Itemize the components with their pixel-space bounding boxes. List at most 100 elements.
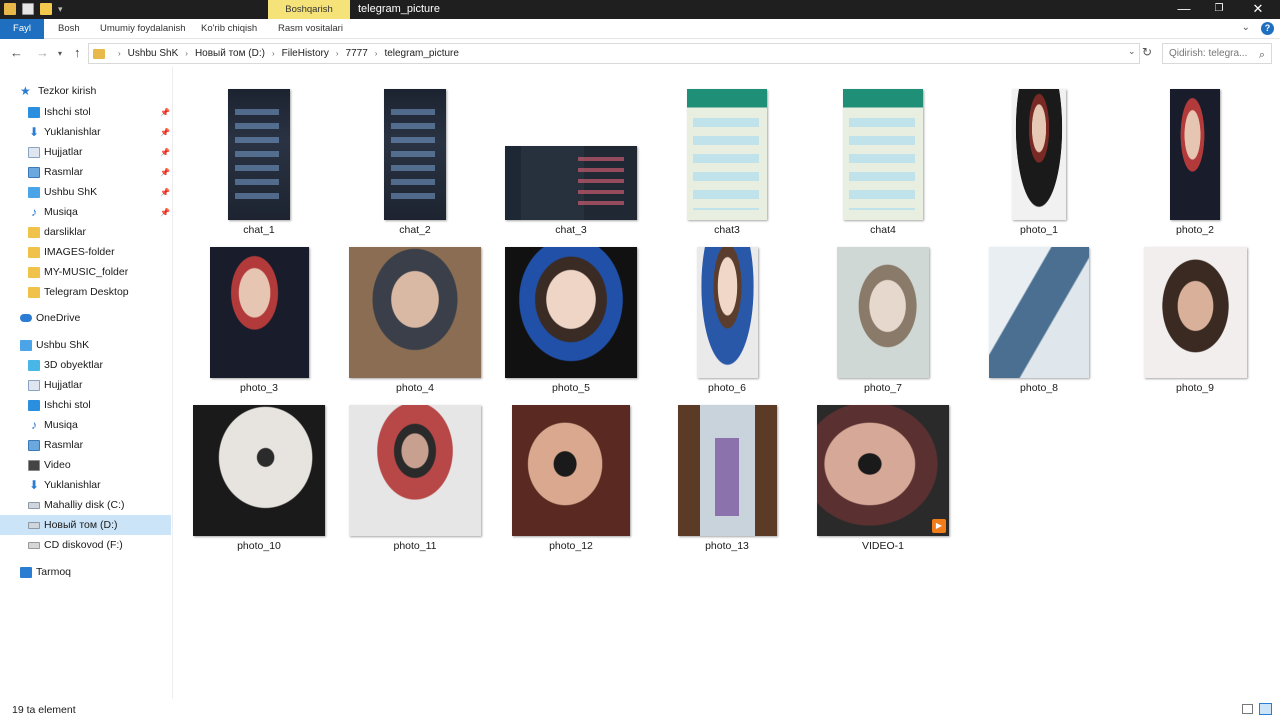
file-tile[interactable]: photo_13 [652, 391, 802, 552]
image-thumbnail [989, 247, 1089, 378]
nav-network[interactable]: Tarmoq [0, 562, 171, 582]
search-icon[interactable]: ⌕ [1259, 46, 1265, 63]
search-input[interactable]: Qidirish: telegra... ⌕ [1162, 43, 1272, 64]
chevron-right-icon[interactable]: › [336, 49, 339, 58]
music-icon: ♪ [31, 417, 37, 432]
recent-locations-icon[interactable]: ▾ [58, 49, 62, 58]
tab-home[interactable]: Bosh [50, 19, 88, 39]
file-tile[interactable]: chat_2 [340, 75, 490, 236]
chevron-right-icon[interactable]: › [185, 49, 188, 58]
nav-item-label: Rasmlar [44, 439, 84, 451]
breadcrumb-drive-d[interactable]: Новый том (D:) [195, 48, 265, 59]
forward-arrow-icon[interactable]: → [36, 45, 49, 60]
file-tile[interactable]: chat3 [652, 75, 802, 236]
nav-item-images-folder[interactable]: IMAGES-folder [0, 242, 171, 262]
file-tile[interactable]: photo_1 [964, 75, 1114, 236]
nav-item-label: Video [44, 459, 71, 471]
nav-item-pictures-pc[interactable]: Rasmlar [0, 435, 171, 455]
nav-this-pc[interactable]: Ushbu ShK [0, 335, 171, 355]
nav-item-telegram-desktop[interactable]: Telegram Desktop [0, 282, 171, 302]
file-tile[interactable]: photo_2 [1120, 75, 1270, 236]
file-tile[interactable]: photo_6 [652, 233, 802, 394]
details-view-icon[interactable] [1242, 704, 1253, 714]
download-icon: ⬇ [28, 124, 40, 139]
file-tile[interactable]: photo_9 [1120, 233, 1270, 394]
file-view[interactable]: chat_1 chat_2 chat_3 chat3 chat4 photo_1… [174, 67, 1280, 699]
nav-item-pictures[interactable]: Rasmlar 📌 [0, 162, 171, 182]
nav-item-documents[interactable]: Hujjatlar 📌 [0, 142, 171, 162]
file-name: photo_9 [1176, 382, 1214, 394]
address-bar[interactable]: › Ushbu ShK › Новый том (D:) › FileHisto… [88, 43, 1140, 64]
nav-item-music-pc[interactable]: ♪ Musiqa [0, 415, 171, 435]
nav-item-desktop-pc[interactable]: Ishchi stol [0, 395, 171, 415]
breadcrumb-telegram-picture[interactable]: telegram_picture [384, 48, 458, 59]
cd-drive-icon [28, 541, 40, 549]
file-name: VIDEO-1 [861, 540, 904, 552]
maximize-button[interactable]: ❐ [1201, 0, 1237, 19]
pin-icon[interactable]: 📌 [160, 148, 170, 157]
nav-item-desktop[interactable]: Ishchi stol 📌 [0, 102, 171, 122]
up-arrow-icon[interactable]: ↑ [74, 45, 81, 60]
nav-item-documents-pc[interactable]: Hujjatlar [0, 375, 171, 395]
nav-item-3d-objects[interactable]: 3D obyektlar [0, 355, 171, 375]
file-tile[interactable]: photo_10 [184, 391, 334, 552]
navigation-pane[interactable]: ★ Tezkor kirish Ishchi stol 📌 ⬇ Yuklanis… [0, 67, 173, 699]
breadcrumb-this-pc[interactable]: Ushbu ShK [128, 48, 179, 59]
minimize-button[interactable]: — [1166, 0, 1202, 19]
chevron-right-icon[interactable]: › [272, 49, 275, 58]
tab-picture-tools[interactable]: Rasm vositalari [270, 19, 351, 39]
nav-item-darsliklar[interactable]: darsliklar [0, 222, 171, 242]
back-arrow-icon[interactable]: ← [10, 45, 23, 60]
pin-icon[interactable]: 📌 [160, 208, 170, 217]
breadcrumb-filehistory[interactable]: FileHistory [282, 48, 329, 59]
tab-file[interactable]: Fayl [0, 19, 44, 39]
nav-item-my-music-folder[interactable]: MY-MUSIC_folder [0, 262, 171, 282]
folder-icon[interactable] [4, 3, 16, 15]
nav-quick-access[interactable]: ★ Tezkor kirish [0, 81, 171, 101]
properties-icon[interactable] [22, 3, 34, 15]
tab-share[interactable]: Umumiy foydalanish [92, 19, 194, 39]
nav-item-video[interactable]: Video [0, 455, 171, 475]
chevron-right-icon[interactable]: › [375, 49, 378, 58]
file-tile[interactable]: photo_5 [496, 233, 646, 394]
nav-item-label: Tarmoq [36, 566, 72, 578]
large-icons-view-icon[interactable] [1259, 703, 1272, 715]
file-tile[interactable]: photo_3 [184, 233, 334, 394]
pin-icon[interactable]: 📌 [160, 128, 170, 137]
pin-icon[interactable]: 📌 [160, 168, 170, 177]
file-tile[interactable]: photo_4 [340, 233, 490, 394]
nav-item-label: Ishchi stol [44, 399, 91, 411]
nav-item-music[interactable]: ♪ Musiqa 📌 [0, 202, 171, 222]
nav-item-this-pc-pinned[interactable]: Ushbu ShK 📌 [0, 182, 171, 202]
customize-toolbar-icon[interactable]: ▾ [58, 4, 63, 15]
breadcrumb-7777[interactable]: 7777 [346, 48, 368, 59]
nav-item-downloads[interactable]: ⬇ Yuklanishlar 📌 [0, 122, 171, 142]
nav-item-label: Musiqa [44, 206, 78, 218]
file-tile[interactable]: chat_1 [184, 75, 334, 236]
new-folder-icon[interactable] [40, 3, 52, 15]
chevron-down-icon[interactable]: ⌄ [1242, 22, 1250, 33]
help-icon[interactable]: ? [1261, 22, 1274, 35]
file-tile[interactable]: photo_12 [496, 391, 646, 552]
close-button[interactable]: ✕ [1240, 0, 1276, 19]
nav-item-label: Hujjatlar [44, 379, 83, 391]
file-tile[interactable]: photo_11 [340, 391, 490, 552]
pin-icon[interactable]: 📌 [160, 188, 170, 197]
title-bar: ▾ Boshqarish telegram_picture — ❐ ✕ [0, 0, 1280, 19]
file-tile[interactable]: photo_7 [808, 233, 958, 394]
nav-item-drive-d[interactable]: Новый том (D:) [0, 515, 171, 535]
tab-view[interactable]: Ko'rib chiqish [193, 19, 265, 39]
nav-item-cd-drive-f[interactable]: CD diskovod (F:) [0, 535, 171, 555]
chevron-right-icon[interactable]: › [118, 49, 121, 58]
file-tile[interactable]: photo_8 [964, 233, 1114, 394]
pin-icon[interactable]: 📌 [160, 108, 170, 117]
chevron-down-icon[interactable]: ⌄ [1128, 46, 1136, 57]
tab-manage[interactable]: Boshqarish [268, 0, 350, 19]
file-tile[interactable]: chat4 [808, 75, 958, 236]
nav-onedrive[interactable]: OneDrive [0, 308, 171, 328]
nav-item-downloads-pc[interactable]: ⬇ Yuklanishlar [0, 475, 171, 495]
nav-item-local-disk-c[interactable]: Mahalliy disk (C:) [0, 495, 171, 515]
refresh-icon[interactable]: ↻ [1142, 45, 1152, 59]
file-tile[interactable]: ▶ VIDEO-1 [808, 391, 958, 552]
file-tile[interactable]: chat_3 [496, 75, 646, 236]
